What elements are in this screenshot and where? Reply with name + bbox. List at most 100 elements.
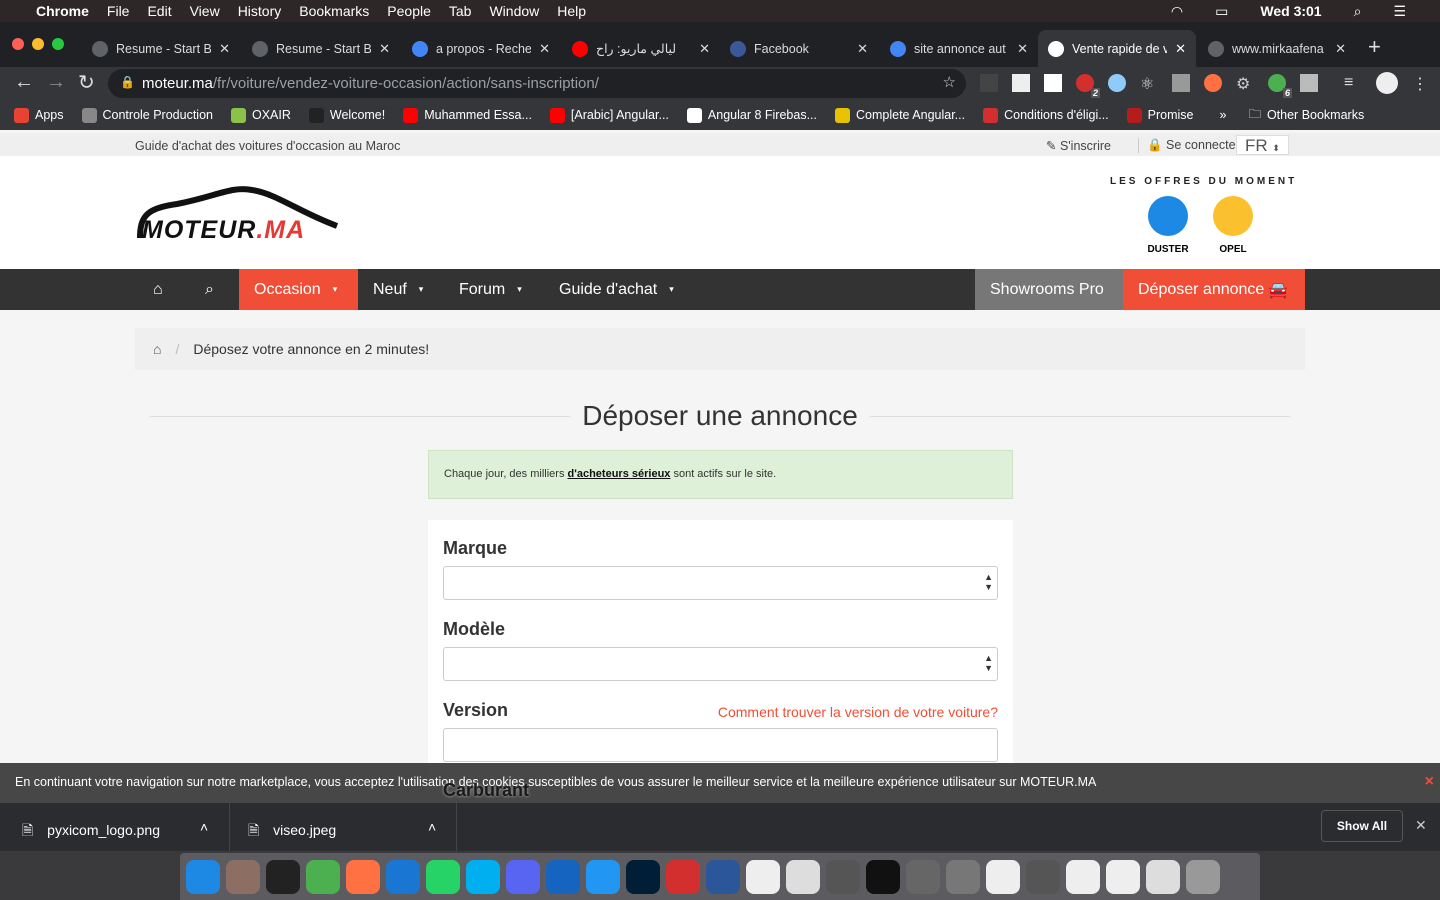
wifi-icon[interactable]: ◠ xyxy=(1171,3,1183,20)
dock-app-icon[interactable] xyxy=(986,859,1020,894)
new-tab-button[interactable]: + xyxy=(1368,34,1381,60)
dock-app-icon[interactable] xyxy=(1026,859,1060,894)
reload-icon[interactable]: ↻ xyxy=(78,70,95,95)
bookmarks-overflow[interactable]: » xyxy=(1219,108,1226,122)
browser-tab[interactable]: ليالي ماريو: راح ✕ xyxy=(562,30,720,67)
serious-buyers-link[interactable]: d'acheteurs sérieux xyxy=(568,468,671,480)
menu-window[interactable]: Window xyxy=(489,3,539,19)
dock-app-icon[interactable] xyxy=(306,859,340,894)
close-tab-icon[interactable]: ✕ xyxy=(857,41,868,57)
extension-react-icon[interactable]: ⚛ xyxy=(1140,74,1158,93)
extension-o-icon[interactable] xyxy=(1044,74,1062,92)
home-icon[interactable]: ⌂ xyxy=(138,269,178,310)
deposer-annonce-button[interactable]: Déposer annonce 🚘 xyxy=(1123,269,1305,310)
nav-occasion[interactable]: Occasion ▾ xyxy=(239,269,358,310)
site-logo[interactable]: MOTEUR.MA xyxy=(137,186,357,246)
close-tab-icon[interactable]: ✕ xyxy=(1335,41,1346,57)
signup-link[interactable]: ✎ S'inscrire xyxy=(1046,138,1111,153)
browser-tab[interactable]: Vente rapide de v ✕ xyxy=(1038,30,1196,67)
extension-orange-icon[interactable] xyxy=(1204,74,1222,92)
close-tab-icon[interactable]: ✕ xyxy=(1175,41,1186,57)
bookmark-item[interactable]: [Arabic] Angular... xyxy=(549,107,669,123)
bookmark-star-icon[interactable]: ☆ xyxy=(943,73,956,91)
dock-app-icon[interactable] xyxy=(746,859,780,894)
dock-app-icon[interactable] xyxy=(1106,859,1140,894)
dock-app-icon[interactable] xyxy=(346,859,380,894)
profile-avatar[interactable] xyxy=(1376,72,1398,94)
close-window-button[interactable] xyxy=(12,38,24,50)
browser-tab[interactable]: Resume - Start B ✕ xyxy=(242,30,400,67)
battery-icon[interactable]: ▭ xyxy=(1215,3,1228,20)
show-all-button[interactable]: Show All xyxy=(1321,810,1403,842)
close-downloads-button[interactable]: ✕ xyxy=(1415,817,1427,834)
browser-tab[interactable]: www.mirkaafena ✕ xyxy=(1198,30,1356,67)
extension-wand-icon[interactable] xyxy=(1012,74,1030,92)
spotlight-icon[interactable]: ⌕ xyxy=(1354,3,1362,20)
nav-neuf[interactable]: Neuf ▾ xyxy=(358,269,438,310)
minimize-window-button[interactable] xyxy=(32,38,44,50)
close-tab-icon[interactable]: ✕ xyxy=(379,41,390,57)
dock-app-icon[interactable] xyxy=(1146,859,1180,894)
dock-app-icon[interactable] xyxy=(226,859,260,894)
dock-app-icon[interactable] xyxy=(786,859,820,894)
bookmark-item[interactable]: Controle Production xyxy=(81,107,213,123)
language-select[interactable]: FR ⬍ xyxy=(1236,135,1289,155)
dock-app-icon[interactable] xyxy=(666,859,700,894)
bookmark-item[interactable]: Angular 8 Firebas... xyxy=(686,107,817,123)
dock-app-icon[interactable] xyxy=(546,859,580,894)
dock-app-icon[interactable] xyxy=(1186,859,1220,894)
close-tab-icon[interactable]: ✕ xyxy=(1017,41,1028,57)
bookmark-item[interactable]: Complete Angular... xyxy=(835,107,965,123)
other-bookmarks[interactable]: 🗀 Other Bookmarks xyxy=(1248,105,1364,126)
login-link[interactable]: 🔒 Se connecter xyxy=(1138,138,1240,153)
browser-tab[interactable]: site annonce aut ✕ xyxy=(880,30,1038,67)
bookmark-item[interactable]: Muhammed Essa... xyxy=(403,107,532,123)
menu-history[interactable]: History xyxy=(238,3,282,19)
bookmark-item[interactable]: Conditions d'éligi... xyxy=(983,107,1109,123)
bookmark-item[interactable]: Apps xyxy=(14,107,64,123)
close-tab-icon[interactable]: ✕ xyxy=(219,41,230,57)
bookmark-item[interactable]: Welcome! xyxy=(308,107,385,123)
chevron-up-icon[interactable]: ˄ xyxy=(428,819,436,835)
offer-duster[interactable]: DUSTER xyxy=(1146,196,1190,255)
dock-app-icon[interactable] xyxy=(626,859,660,894)
dock-app-icon[interactable] xyxy=(506,859,540,894)
marque-select[interactable]: ▲ ▼ xyxy=(443,566,998,600)
close-tab-icon[interactable]: ✕ xyxy=(539,41,550,57)
menu-tab[interactable]: Tab xyxy=(449,3,472,19)
offer-opel[interactable]: OPEL xyxy=(1211,196,1255,255)
menu-app[interactable]: Chrome xyxy=(36,3,89,19)
search-icon[interactable]: ⌕ xyxy=(190,269,229,310)
menu-people[interactable]: People xyxy=(387,3,431,19)
media-control-icon[interactable]: ≡ xyxy=(1344,74,1362,92)
browser-tab[interactable]: Facebook ✕ xyxy=(720,30,878,67)
nav-guide[interactable]: Guide d'achat ▾ xyxy=(544,269,689,310)
bookmark-item[interactable]: OXAIR xyxy=(230,107,291,123)
nav-showrooms[interactable]: Showrooms Pro xyxy=(975,269,1123,310)
chevron-up-icon[interactable]: ˄ xyxy=(200,819,208,835)
dock-app-icon[interactable] xyxy=(186,859,220,894)
dock-app-icon[interactable] xyxy=(266,859,300,894)
address-bar[interactable]: 🔒 moteur.ma/fr/voiture/vendez-voiture-oc… xyxy=(108,69,966,98)
dock-app-icon[interactable] xyxy=(866,859,900,894)
extension-vue-icon[interactable] xyxy=(1172,74,1190,92)
zoom-window-button[interactable] xyxy=(52,38,64,50)
menu-edit[interactable]: Edit xyxy=(147,3,171,19)
menu-file[interactable]: File xyxy=(107,3,130,19)
notification-center-icon[interactable]: ☰ xyxy=(1393,3,1406,20)
extension-recycle-icon[interactable] xyxy=(980,74,998,92)
extension-ring-icon[interactable] xyxy=(1108,74,1126,92)
dock-app-icon[interactable] xyxy=(1066,859,1100,894)
menu-view[interactable]: View xyxy=(190,3,220,19)
dock-app-icon[interactable] xyxy=(386,859,420,894)
cookie-close-button[interactable]: × xyxy=(1425,773,1434,791)
dock-app-icon[interactable] xyxy=(826,859,860,894)
download-item[interactable]: 🗎 viseo.jpeg ˄ xyxy=(230,803,457,851)
dock-app-icon[interactable] xyxy=(426,859,460,894)
menu-help[interactable]: Help xyxy=(557,3,586,19)
version-help-link[interactable]: Comment trouver la version de votre voit… xyxy=(718,704,998,720)
extension-green-icon[interactable]: 6 xyxy=(1268,74,1292,98)
home-icon[interactable]: ⌂ xyxy=(153,341,161,357)
dock-app-icon[interactable] xyxy=(466,859,500,894)
forward-icon[interactable]: → xyxy=(46,71,66,94)
